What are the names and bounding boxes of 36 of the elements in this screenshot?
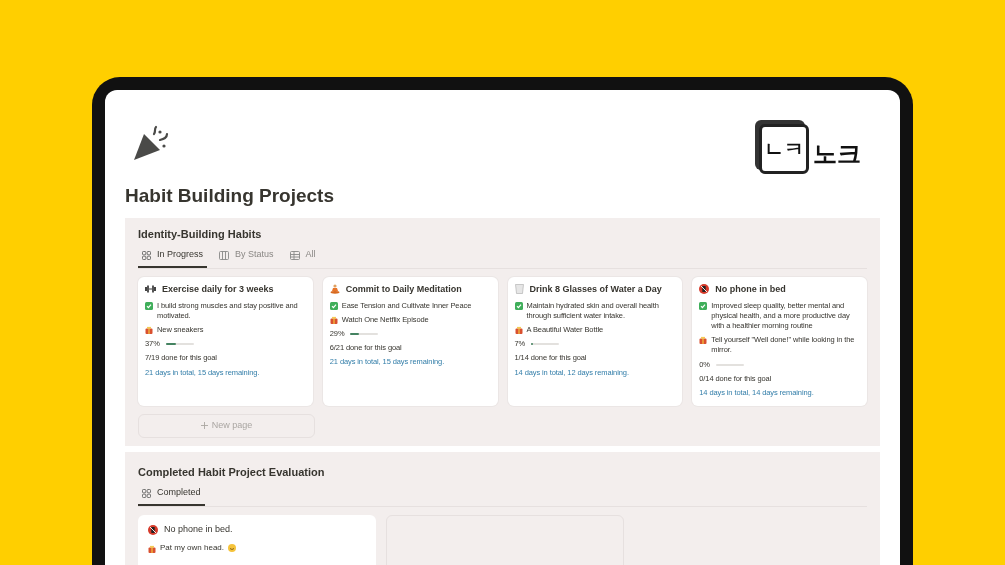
gallery-icon bbox=[142, 250, 151, 260]
section-title: Completed Habit Project Evaluation bbox=[138, 464, 326, 480]
cube-logo-text: ㄴㅋ bbox=[764, 137, 804, 162]
card-title: Exercise daily for 3 weeks bbox=[162, 282, 274, 295]
dumbbell-icon bbox=[145, 284, 156, 293]
gallery-icon bbox=[142, 488, 151, 498]
page-title: Habit Building Projects bbox=[125, 184, 336, 208]
logo-text: 노크 bbox=[813, 142, 861, 166]
gift-icon bbox=[329, 316, 338, 324]
card-title: Drink 8 Glasses of Water a Day bbox=[529, 282, 662, 295]
view-tab[interactable]: In Progress bbox=[138, 248, 208, 268]
gift-icon bbox=[514, 326, 523, 335]
card-title: No phone in bed bbox=[715, 282, 786, 295]
section-title: Identity-Building Habits bbox=[138, 226, 263, 242]
gift-icon bbox=[148, 544, 156, 553]
no-phone-icon bbox=[148, 524, 158, 535]
reward-text: Pat my own head. bbox=[160, 542, 225, 555]
smiley-icon bbox=[228, 544, 237, 553]
card-title: Commit to Daily Meditation bbox=[345, 282, 462, 295]
checkbox-icon bbox=[329, 301, 338, 310]
card-title: No phone in bed. bbox=[164, 522, 233, 536]
habit-card[interactable]: No phone in bed. Pat my own head. bbox=[138, 514, 376, 565]
gift-icon bbox=[699, 336, 708, 345]
checkbox-icon bbox=[145, 301, 153, 310]
glass-icon bbox=[514, 283, 524, 294]
habit-card[interactable] bbox=[692, 276, 867, 406]
meditating-person-icon bbox=[329, 283, 340, 294]
checkbox-icon bbox=[699, 301, 708, 310]
plus-icon bbox=[200, 422, 208, 430]
no-phone-icon bbox=[699, 283, 710, 294]
view-tab[interactable]: Completed bbox=[138, 486, 205, 506]
board-icon bbox=[219, 250, 230, 260]
progress-track bbox=[715, 363, 744, 366]
checkbox-icon bbox=[514, 301, 523, 310]
table-icon bbox=[289, 250, 300, 260]
gift-icon bbox=[145, 326, 153, 335]
